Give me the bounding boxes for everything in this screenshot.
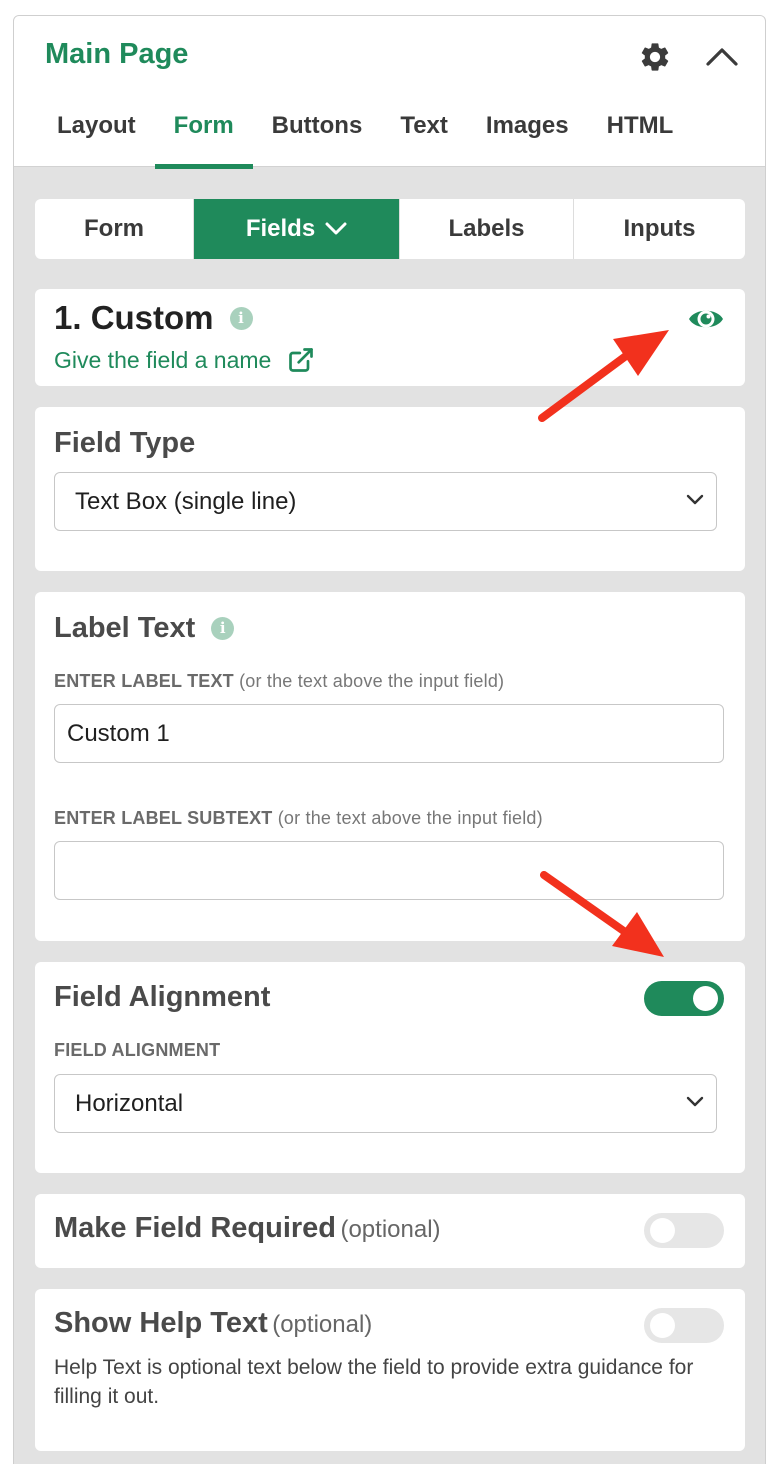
- tab-text[interactable]: Text: [381, 108, 467, 166]
- field-alignment-caption-strong: FIELD ALIGNMENT: [54, 1040, 221, 1060]
- subtab-form[interactable]: Form: [35, 199, 194, 259]
- subtab-form-label: Form: [84, 215, 144, 242]
- required-card: Make Field Required (optional): [35, 1194, 745, 1268]
- tab-html[interactable]: HTML: [588, 108, 693, 166]
- label-text-caption-note: (or the text above the input field): [239, 671, 505, 691]
- rename-field-link[interactable]: Give the field a name: [54, 346, 315, 374]
- label-text-value: Custom 1: [67, 719, 170, 747]
- toggle-knob: [650, 1313, 675, 1338]
- subtab-inputs-label: Inputs: [623, 215, 696, 242]
- help-description: Help Text is optional text below the fie…: [54, 1356, 694, 1408]
- info-icon[interactable]: i: [229, 306, 253, 330]
- gear-icon[interactable]: [638, 40, 672, 74]
- label-subtext-input[interactable]: [54, 841, 724, 900]
- field-alignment-value: Horizontal: [75, 1089, 184, 1117]
- subtab-inputs[interactable]: Inputs: [574, 199, 745, 259]
- field-type-heading: Field Type: [54, 427, 196, 459]
- tab-form[interactable]: Form: [154, 108, 253, 169]
- info-icon[interactable]: i: [211, 617, 235, 640]
- label-subtext-caption-note: (or the text above the input field): [277, 808, 543, 828]
- required-heading: Make Field Required: [54, 1212, 337, 1244]
- toggle-knob: [693, 986, 718, 1011]
- label-subtext-caption-strong: ENTER LABEL SUBTEXT: [54, 808, 273, 828]
- label-text-card: Label Text i ENTER LABEL TEXT (or the te…: [35, 592, 745, 941]
- tab-images[interactable]: Images: [467, 108, 588, 166]
- field-type-value: Text Box (single line): [75, 487, 297, 515]
- label-text-caption: ENTER LABEL TEXT (or the text above the …: [54, 671, 504, 692]
- required-toggle[interactable]: [644, 1213, 724, 1248]
- chevron-up-icon[interactable]: [704, 42, 740, 70]
- subtab-bar: Form Fields Labels Inputs: [35, 199, 745, 259]
- chevron-down-icon: [686, 494, 704, 505]
- subtab-fields[interactable]: Fields: [194, 199, 400, 259]
- page-title: Main Page: [45, 38, 189, 70]
- toggle-knob: [650, 1218, 675, 1243]
- help-toggle[interactable]: [644, 1308, 724, 1343]
- required-optional-note: (optional): [340, 1216, 441, 1243]
- field-header-card: 1. Custom i Give the field a name: [35, 289, 745, 386]
- label-subtext-caption: ENTER LABEL SUBTEXT (or the text above t…: [54, 808, 543, 829]
- field-alignment-select[interactable]: Horizontal: [54, 1074, 717, 1133]
- field-alignment-toggle[interactable]: [644, 981, 724, 1016]
- external-link-icon: [289, 348, 314, 372]
- tab-layout[interactable]: Layout: [38, 108, 155, 166]
- field-type-card: Field Type Text Box (single line): [35, 407, 745, 571]
- subtab-fields-label: Fields: [245, 215, 316, 242]
- rename-field-label: Give the field a name: [54, 346, 272, 373]
- label-text-input[interactable]: Custom 1: [54, 704, 724, 763]
- field-type-select[interactable]: Text Box (single line): [54, 472, 717, 531]
- panel-header: Main Page Layout Form Buttons Text Image…: [14, 16, 765, 169]
- eye-icon[interactable]: [687, 303, 725, 335]
- help-optional-note: (optional): [272, 1311, 373, 1338]
- label-text-heading: Label Text: [54, 612, 196, 644]
- label-text-caption-strong: ENTER LABEL TEXT: [54, 671, 234, 691]
- field-alignment-caption: FIELD ALIGNMENT: [54, 1040, 220, 1061]
- tab-buttons[interactable]: Buttons: [253, 108, 382, 166]
- field-alignment-heading: Field Alignment: [54, 981, 271, 1013]
- chevron-down-icon: [686, 1096, 704, 1107]
- field-alignment-card: Field Alignment FIELD ALIGNMENT Horizont…: [35, 962, 745, 1173]
- help-text-card: Show Help Text (optional) Help Text is o…: [35, 1289, 745, 1451]
- subtab-labels-label: Labels: [448, 215, 525, 242]
- help-heading: Show Help Text: [54, 1307, 268, 1339]
- field-title: 1. Custom: [54, 299, 214, 336]
- settings-panel: Main Page Layout Form Buttons Text Image…: [13, 15, 766, 1464]
- subtab-labels[interactable]: Labels: [400, 199, 574, 259]
- chevron-down-icon: [325, 222, 347, 235]
- main-tabs: Layout Form Buttons Text Images HTML: [38, 108, 693, 169]
